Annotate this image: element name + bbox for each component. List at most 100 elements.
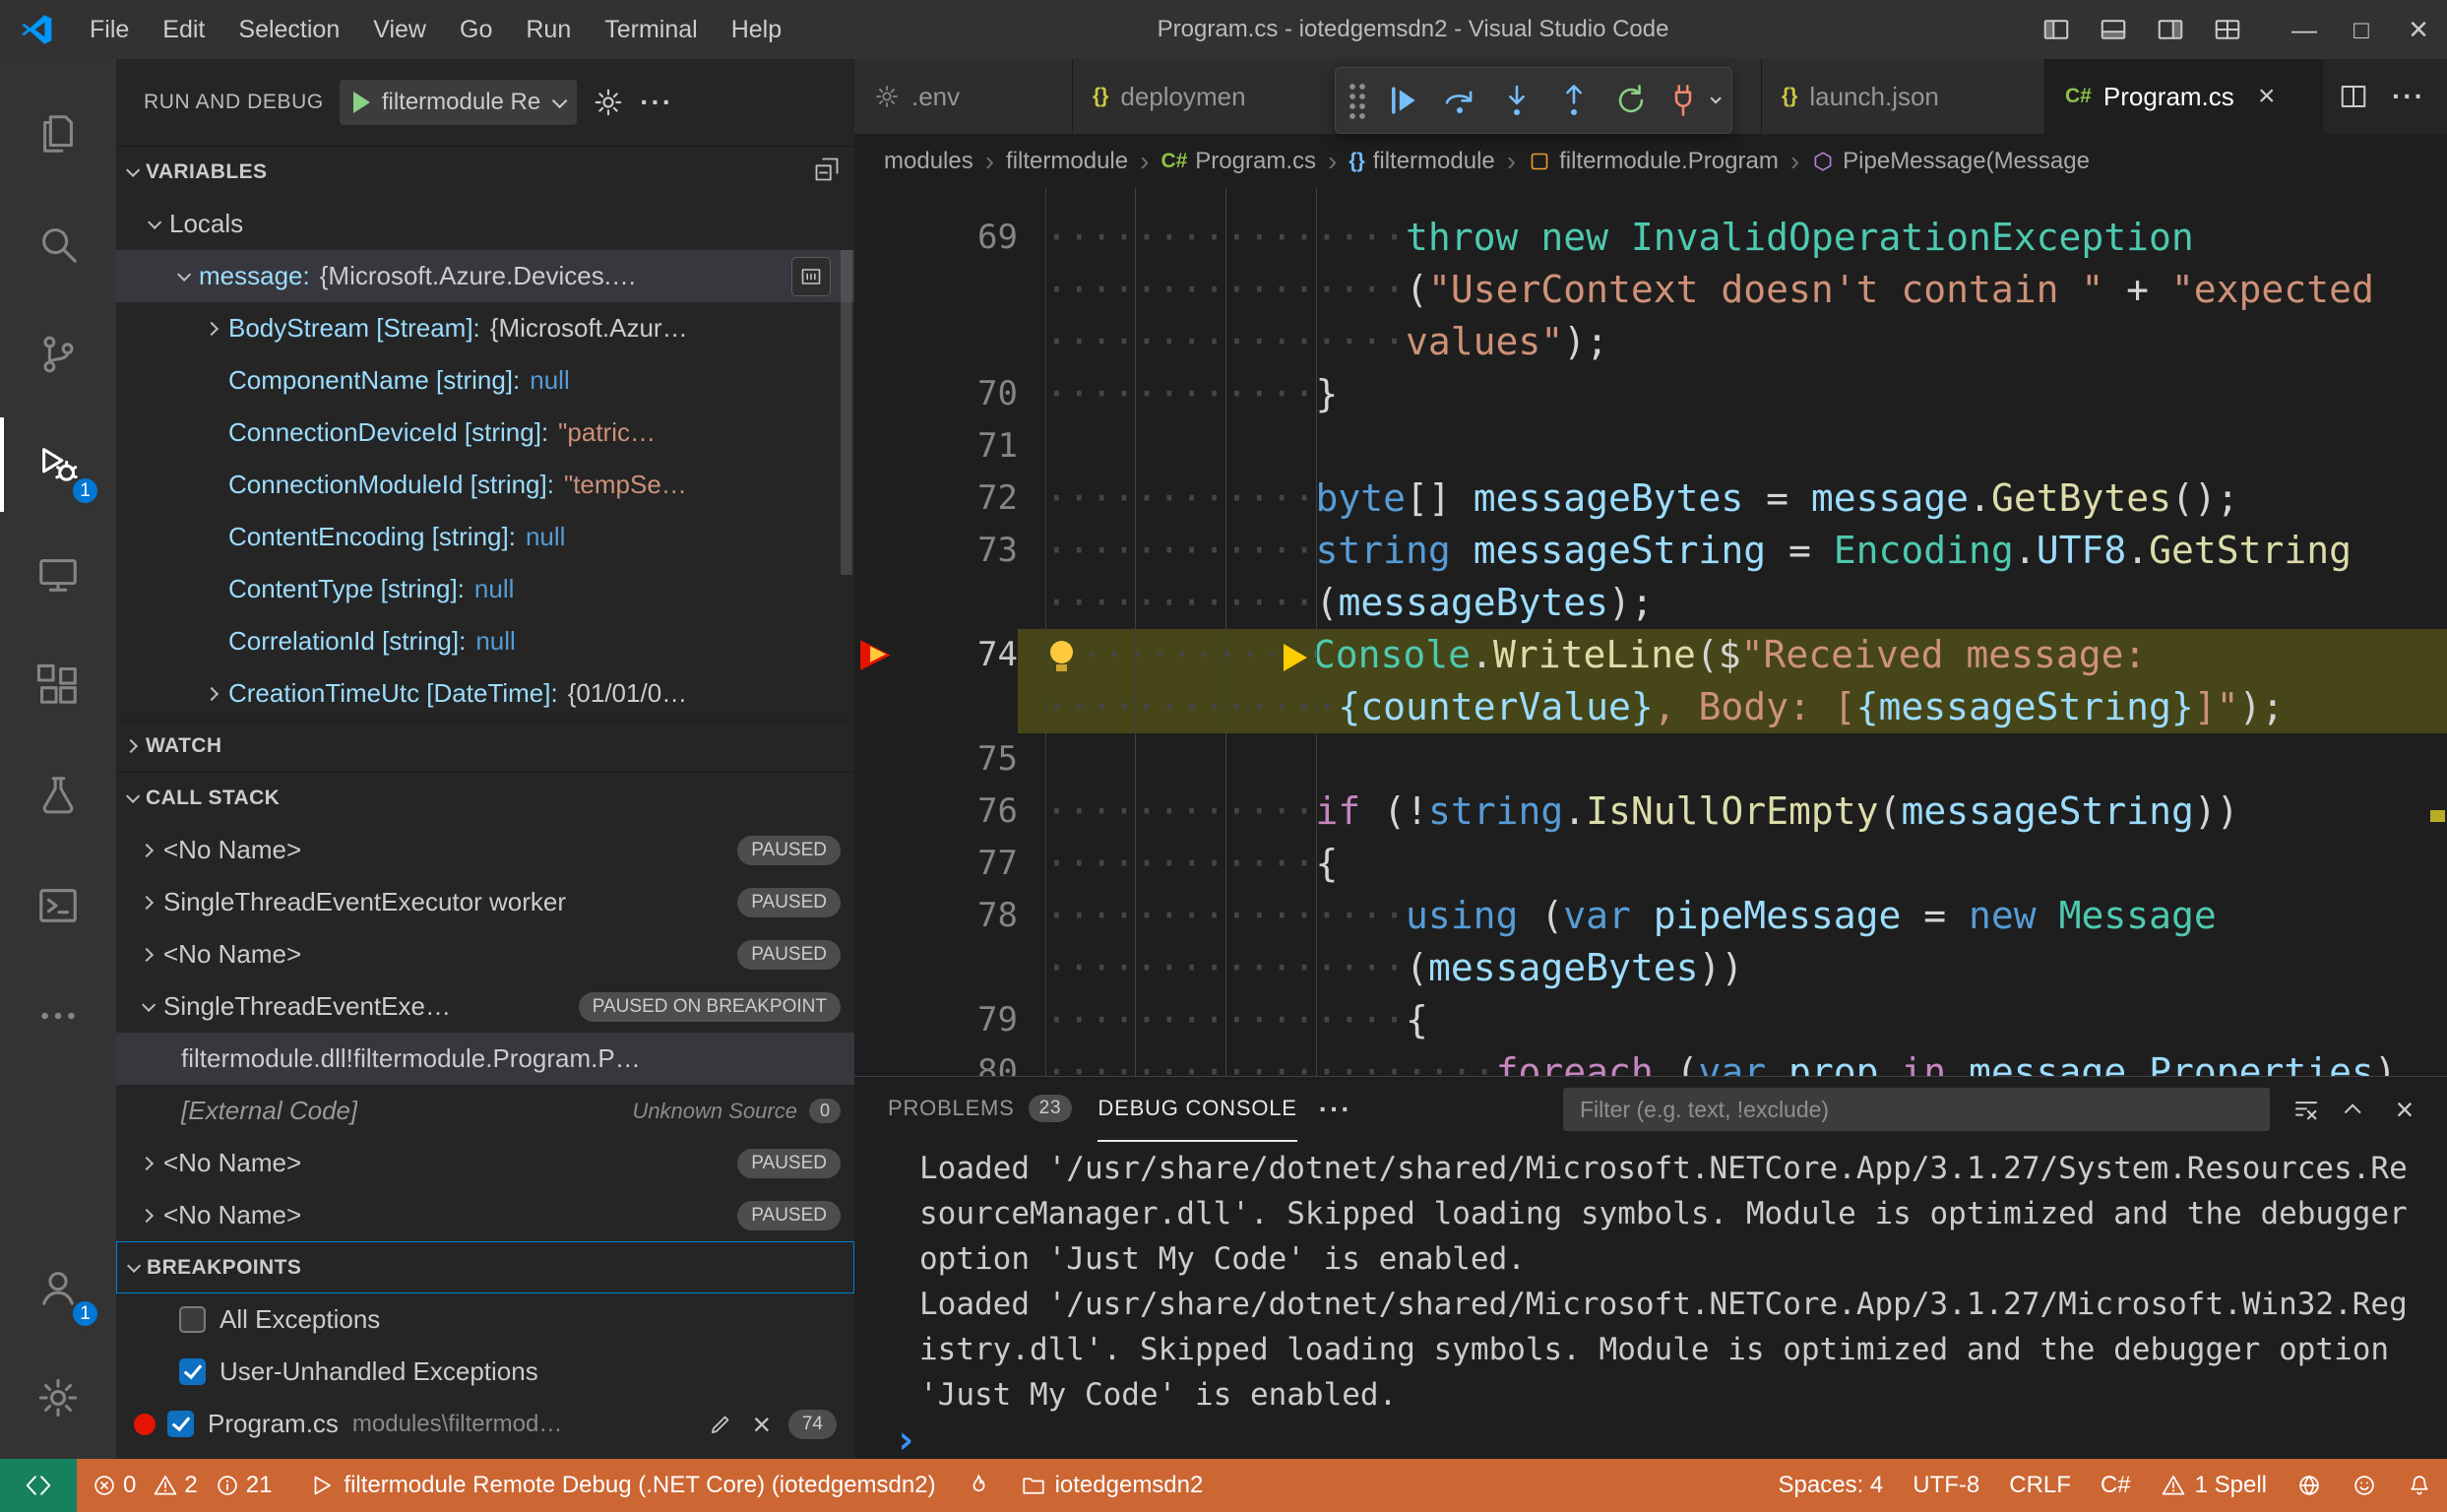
- status-encoding[interactable]: UTF-8: [1898, 1459, 1994, 1512]
- console-filter-input[interactable]: [1563, 1088, 2270, 1131]
- code-line[interactable]: 76············if (!string.IsNullOrEmpty(…: [854, 786, 2447, 838]
- gutter[interactable]: [854, 942, 933, 994]
- code-line[interactable]: 79················{: [854, 994, 2447, 1046]
- sidebar-scrollbar[interactable]: [841, 250, 852, 575]
- variable-row[interactable]: ContentEncoding [string]:null: [116, 511, 854, 563]
- close-button[interactable]: ×: [2382, 1087, 2427, 1132]
- menu-run[interactable]: Run: [509, 0, 588, 59]
- menu-view[interactable]: View: [356, 0, 443, 59]
- code-line[interactable]: 73············string messageString = Enc…: [854, 525, 2447, 577]
- continue-button[interactable]: [1375, 73, 1430, 128]
- gutter[interactable]: [854, 629, 933, 681]
- activity-run-and-debug[interactable]: 1: [0, 410, 116, 520]
- overview-ruler[interactable]: [2427, 197, 2447, 1075]
- breadcrumb-item[interactable]: filtermodule.Program: [1528, 148, 1779, 175]
- breakpoint-checkbox[interactable]: [179, 1306, 206, 1333]
- chevron-up-button[interactable]: [2333, 1087, 2378, 1132]
- status-debug-session[interactable]: filtermodule Remote Debug (.NET Core) (i…: [294, 1459, 950, 1512]
- variables-section-header[interactable]: VARIABLES: [116, 146, 854, 198]
- activity-source-control[interactable]: [0, 299, 116, 410]
- code-line[interactable]: ················values");: [854, 316, 2447, 368]
- thread-row[interactable]: <No Name>PAUSED: [116, 1189, 854, 1241]
- code-line[interactable]: 80····················foreach (var prop …: [854, 1046, 2447, 1076]
- code-line[interactable]: ················("UserContext doesn't co…: [854, 264, 2447, 316]
- menu-selection[interactable]: Selection: [221, 0, 356, 59]
- gutter[interactable]: [854, 733, 933, 786]
- status-remote-indicator[interactable]: [0, 1459, 77, 1512]
- code-editor[interactable]: 69················throw new InvalidOpera…: [854, 188, 2447, 1076]
- menu-terminal[interactable]: Terminal: [588, 0, 714, 59]
- status-eol[interactable]: CRLF: [1994, 1459, 2086, 1512]
- variable-row[interactable]: ComponentName [string]:null: [116, 354, 854, 407]
- debug-config-select[interactable]: filtermodule Re: [340, 80, 577, 125]
- split-editor-button[interactable]: [2331, 74, 2376, 119]
- editor-more-actions-button[interactable]: ···: [2386, 74, 2431, 119]
- panel-tab-debug-console[interactable]: DEBUG CONSOLE: [1098, 1077, 1296, 1142]
- close-icon[interactable]: ×: [2250, 80, 2284, 113]
- breakpoints-section-header[interactable]: BREAKPOINTS: [116, 1241, 854, 1293]
- disconnect-button[interactable]: [1661, 73, 1722, 128]
- code-line[interactable]: ············(messageBytes);: [854, 577, 2447, 629]
- code-line[interactable]: 77············{: [854, 838, 2447, 890]
- breadcrumb-item[interactable]: C#Program.cs: [1161, 148, 1316, 175]
- stack-frame-row[interactable]: [External Code]Unknown Source0: [116, 1085, 854, 1137]
- gutter[interactable]: [854, 681, 933, 733]
- status-language-mode[interactable]: C#: [2086, 1459, 2146, 1512]
- clear-console-button[interactable]: [2284, 1087, 2329, 1132]
- code-line[interactable]: 78················using (var pipeMessage…: [854, 890, 2447, 942]
- variable-row[interactable]: CorrelationId [string]:null: [116, 615, 854, 667]
- activity-search[interactable]: [0, 189, 116, 299]
- layout-sidebar-button[interactable]: [2028, 0, 2085, 59]
- code-line[interactable]: 69················throw new InvalidOpera…: [854, 212, 2447, 264]
- status-problems[interactable]: 0221: [77, 1459, 294, 1512]
- activity-more[interactable]: [0, 961, 116, 1071]
- layout-panel-button[interactable]: [2085, 0, 2142, 59]
- activity-extensions[interactable]: [0, 630, 116, 740]
- gutter[interactable]: [854, 1046, 933, 1076]
- code-line[interactable]: 75: [854, 733, 2447, 786]
- edit-breakpoint-button[interactable]: [702, 1406, 739, 1443]
- code-line[interactable]: 72············byte[] messageBytes = mess…: [854, 472, 2447, 525]
- code-line[interactable]: 74·········Console.WriteLine($"Received …: [854, 629, 2447, 681]
- gutter[interactable]: [854, 890, 933, 942]
- minimize-button[interactable]: —: [2276, 0, 2333, 59]
- menu-help[interactable]: Help: [715, 0, 798, 59]
- status-flame[interactable]: [951, 1459, 1006, 1512]
- menu-edit[interactable]: Edit: [146, 0, 221, 59]
- lightbulb-icon[interactable]: [1045, 639, 1081, 676]
- gutter[interactable]: [854, 786, 933, 838]
- code-line[interactable]: ·············{counterValue}, Body: [{mes…: [854, 681, 2447, 733]
- thread-row[interactable]: <No Name>PAUSED: [116, 928, 854, 980]
- variable-row[interactable]: ContentType [string]:null: [116, 563, 854, 615]
- repl-prompt[interactable]: ›: [894, 1418, 2425, 1459]
- menu-file[interactable]: File: [73, 0, 146, 59]
- gutter[interactable]: [854, 368, 933, 420]
- breakpoint-row[interactable]: All Exceptions: [116, 1293, 854, 1346]
- tab-launch.json[interactable]: {}launch.json: [1762, 59, 2045, 134]
- status-workspace[interactable]: iotedgemsdn2: [1006, 1459, 1219, 1512]
- breakpoint-row[interactable]: User-Unhandled Exceptions: [116, 1346, 854, 1398]
- code-line[interactable]: 70············}: [854, 368, 2447, 420]
- view-more-actions-button[interactable]: ···: [640, 89, 673, 116]
- activity-explorer[interactable]: [0, 79, 116, 189]
- variable-row[interactable]: Locals: [116, 198, 854, 250]
- breakpoint-row[interactable]: Program.csmodules\filtermod…×74: [116, 1398, 854, 1450]
- open-launch-config-button[interactable]: [593, 87, 624, 118]
- debug-console-output[interactable]: Loaded '/usr/share/dotnet/shared/Microso…: [854, 1142, 2447, 1459]
- activity-remote-explorer[interactable]: [0, 520, 116, 630]
- thread-row[interactable]: <No Name>PAUSED: [116, 824, 854, 876]
- restart-button[interactable]: [1603, 73, 1659, 128]
- breakpoint-checkbox[interactable]: [167, 1411, 194, 1437]
- maximize-button[interactable]: □: [2333, 0, 2390, 59]
- watch-section-header[interactable]: WATCH: [116, 720, 854, 772]
- call-stack-section-header[interactable]: CALL STACK: [116, 772, 854, 824]
- panel-tab-problems[interactable]: PROBLEMS23: [888, 1077, 1072, 1142]
- breadcrumb-item[interactable]: filtermodule: [1006, 148, 1128, 175]
- activity-terminal[interactable]: [0, 850, 116, 961]
- step-into-button[interactable]: [1489, 73, 1544, 128]
- tab-Program.cs[interactable]: C#Program.cs×: [2045, 59, 2323, 134]
- start-debugging-icon[interactable]: [353, 92, 370, 113]
- gutter[interactable]: [854, 264, 933, 316]
- step-over-button[interactable]: [1432, 73, 1487, 128]
- code-line[interactable]: 71: [854, 420, 2447, 472]
